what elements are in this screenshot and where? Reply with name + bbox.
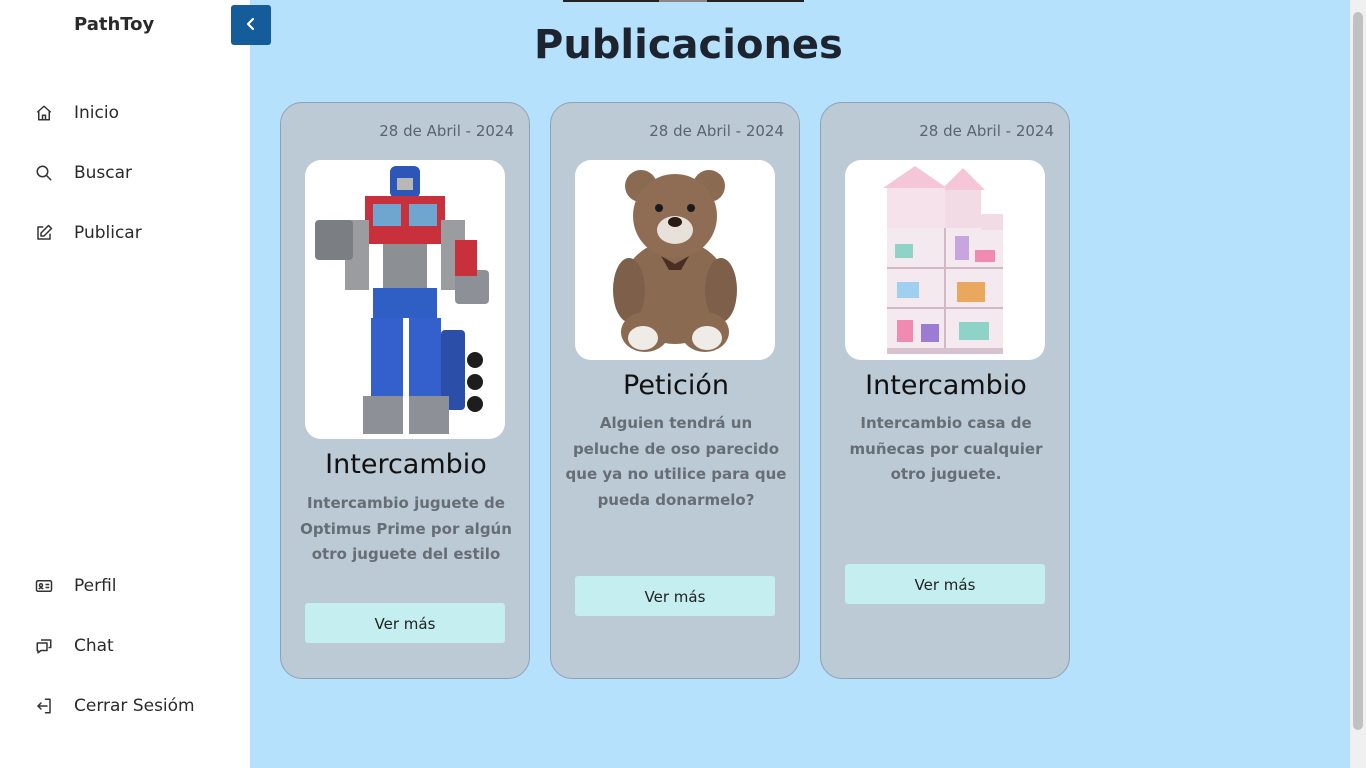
sidebar: PathToy Inicio Buscar Publicar Perfil Ch… bbox=[0, 0, 250, 768]
post-date: 28 de Abril - 2024 bbox=[919, 122, 1054, 140]
ver-mas-button[interactable]: Ver más bbox=[845, 564, 1045, 604]
nav-chat-label: Chat bbox=[74, 636, 114, 656]
post-date: 28 de Abril - 2024 bbox=[649, 122, 784, 140]
nav-inicio[interactable]: Inicio bbox=[34, 99, 119, 127]
post-image-optimus-prime bbox=[305, 160, 505, 439]
vertical-scrollbar[interactable] bbox=[1350, 0, 1366, 768]
page-title: Publicaciones bbox=[534, 22, 843, 68]
home-icon bbox=[34, 103, 54, 123]
nav-perfil-label: Perfil bbox=[74, 576, 117, 596]
logout-icon bbox=[34, 696, 54, 716]
nav-buscar-label: Buscar bbox=[74, 163, 133, 183]
post-description: Intercambio casa de muñecas por cualquie… bbox=[849, 414, 1043, 483]
post-description: Alguien tendrá un peluche de oso parecid… bbox=[565, 414, 787, 509]
post-type: Intercambio bbox=[865, 370, 1027, 401]
nav-buscar[interactable]: Buscar bbox=[34, 159, 132, 187]
brand-name: PathToy bbox=[74, 14, 155, 35]
ver-mas-button[interactable]: Ver más bbox=[575, 576, 775, 616]
chevron-left-icon bbox=[245, 16, 257, 35]
post-date: 28 de Abril - 2024 bbox=[379, 122, 514, 140]
top-divider bbox=[563, 0, 804, 2]
nav-inicio-label: Inicio bbox=[74, 103, 119, 123]
nav-cerrar-sesion[interactable]: Cerrar Sesióm bbox=[34, 692, 195, 720]
post-image-teddy-bear bbox=[575, 160, 775, 360]
collapse-sidebar-button[interactable] bbox=[231, 5, 271, 45]
post-card: 28 de Abril - 2024 Petición Alguien tend… bbox=[550, 102, 800, 679]
ver-mas-button[interactable]: Ver más bbox=[305, 603, 505, 643]
post-type: Petición bbox=[623, 370, 729, 401]
id-card-icon bbox=[34, 576, 54, 596]
nav-publicar[interactable]: Publicar bbox=[34, 219, 142, 247]
scrollbar-thumb[interactable] bbox=[1353, 12, 1363, 730]
post-image-dollhouse bbox=[845, 160, 1045, 360]
post-type: Intercambio bbox=[325, 449, 487, 480]
nav-perfil[interactable]: Perfil bbox=[34, 572, 117, 600]
nav-cerrar-sesion-label: Cerrar Sesióm bbox=[74, 696, 195, 716]
nav-chat[interactable]: Chat bbox=[34, 632, 114, 660]
chat-icon bbox=[34, 636, 54, 656]
post-card: 28 de Abril - 2024 Intercambio Intercamb… bbox=[820, 102, 1070, 679]
search-icon bbox=[34, 163, 54, 183]
nav-publicar-label: Publicar bbox=[74, 223, 142, 243]
post-card: 28 de Abril - 2024 Intercambio Intercamb… bbox=[280, 102, 530, 679]
edit-icon bbox=[34, 223, 54, 243]
post-description: Intercambio juguete de Optimus Prime por… bbox=[300, 494, 512, 563]
